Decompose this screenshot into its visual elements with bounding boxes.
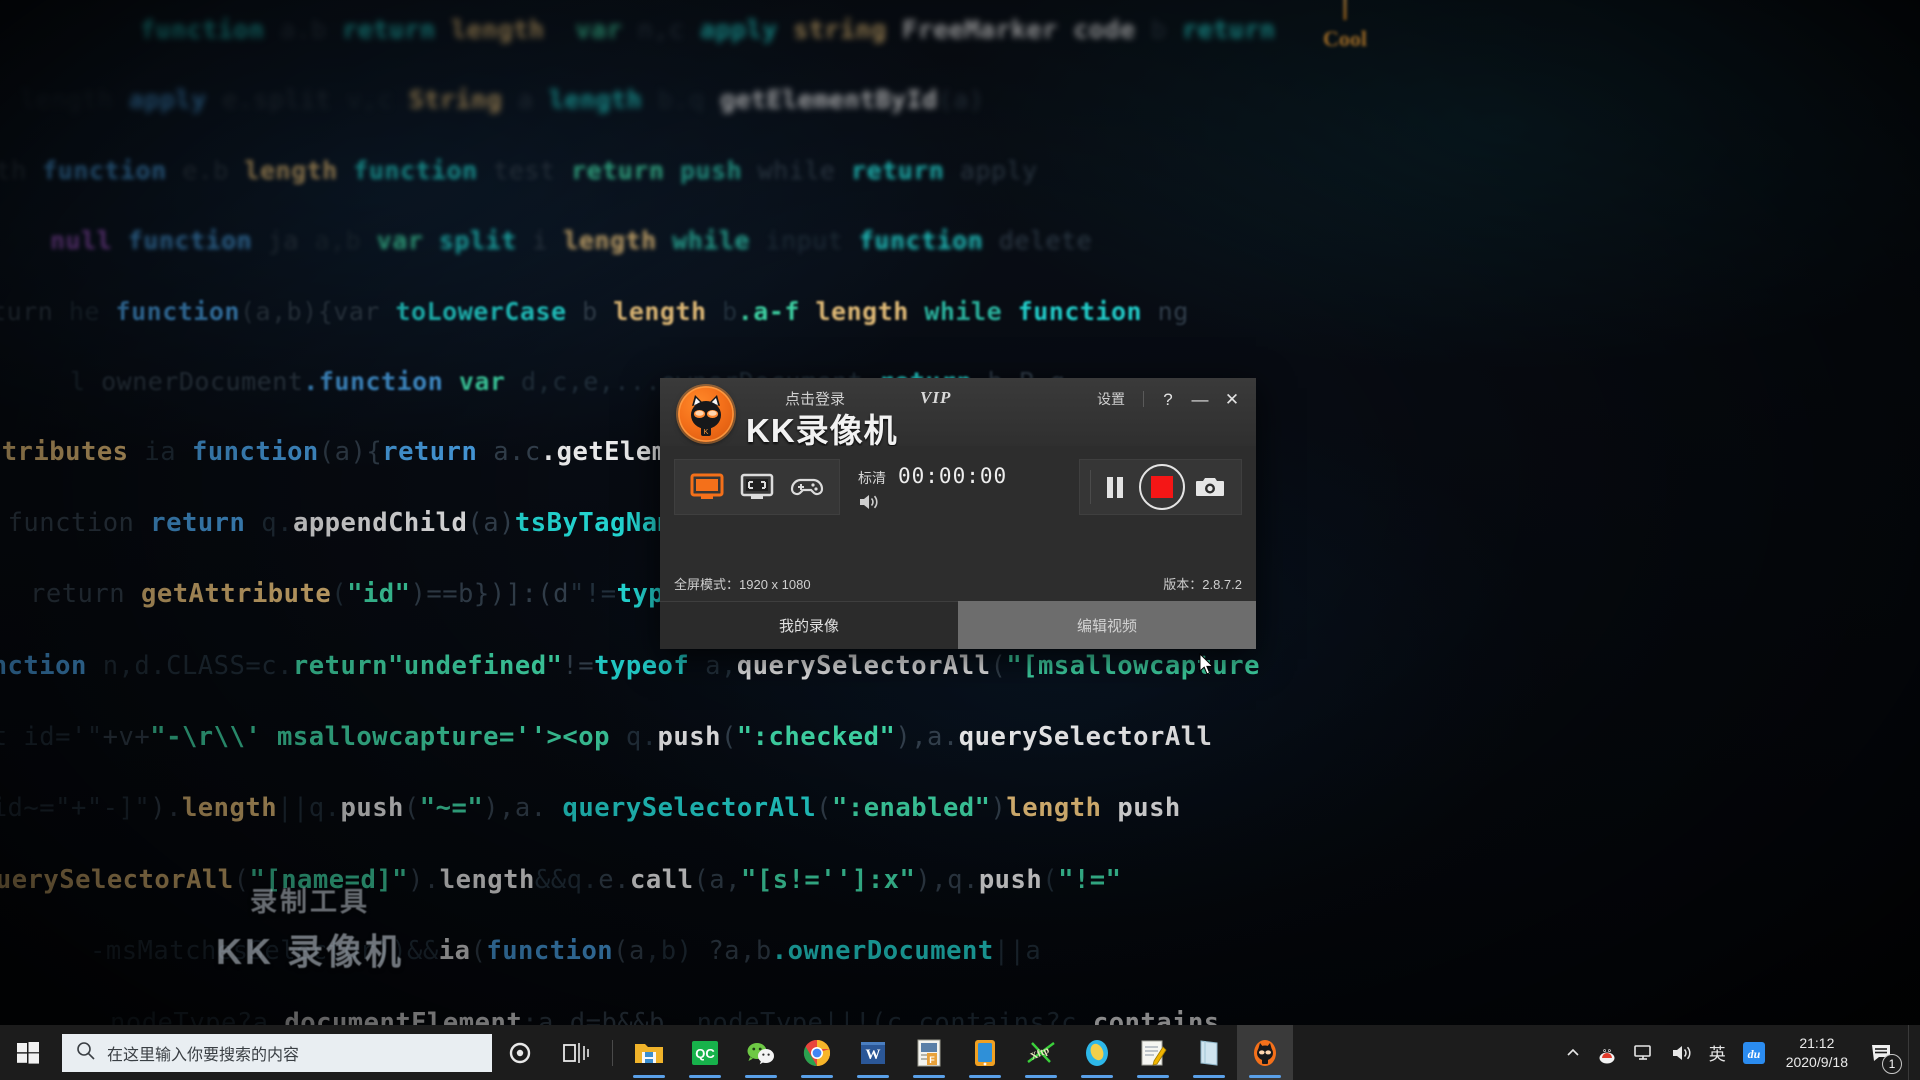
kk-watermark: 录制工具 KK 录像机: [150, 880, 470, 975]
screenshot-button[interactable]: [1189, 465, 1231, 509]
bottom-tabs[interactable]: 我的录像 编辑视频: [660, 601, 1256, 649]
bulb-cord: [1343, 0, 1347, 20]
running-indicator: [969, 1075, 1001, 1078]
region-record-mode-button[interactable]: [735, 467, 779, 507]
svg-text:QC: QC: [695, 1046, 715, 1061]
task-view-icon[interactable]: [548, 1025, 604, 1080]
quality-label[interactable]: 标清: [858, 468, 886, 488]
minimize-button[interactable]: —: [1186, 387, 1214, 411]
svg-text:F: F: [929, 1055, 935, 1065]
tray-qq-icon[interactable]: [1589, 1025, 1625, 1080]
window-title-bar[interactable]: K 点击登录 VIP KK录像机 设置 ? — ✕: [660, 378, 1256, 449]
clock-date: 2020/9/18: [1785, 1053, 1848, 1070]
running-indicator: [745, 1075, 777, 1078]
taskbar-app-word[interactable]: W: [845, 1025, 901, 1080]
window-body: 标清 00:00:00 全屏模式：1920 x 1080 版本：2.8.7.2: [660, 446, 1256, 601]
pause-bar-left: [1107, 476, 1113, 498]
svg-text:W: W: [866, 1047, 881, 1063]
taskbar-app-pdf-reader[interactable]: F: [901, 1025, 957, 1080]
taskbar-app-chrome[interactable]: [789, 1025, 845, 1080]
running-indicator: [1081, 1075, 1113, 1078]
taskbar-app-kk-recorder[interactable]: [1237, 1025, 1293, 1080]
system-tray[interactable]: 英 du 21:12 2020/9/18 1: [1557, 1025, 1920, 1080]
running-indicator: [689, 1075, 721, 1078]
search-placeholder: 在这里输入你要搜索的内容: [107, 1046, 300, 1064]
tab-my-recordings[interactable]: 我的录像: [660, 601, 958, 649]
screen-record-mode-button[interactable]: [685, 467, 729, 507]
pause-button[interactable]: [1095, 465, 1135, 509]
search-icon: [76, 1041, 95, 1065]
running-indicator: [913, 1075, 945, 1078]
clock-time: 21:12: [1799, 1034, 1835, 1051]
start-button[interactable]: [0, 1025, 56, 1080]
show-desktop-button[interactable]: [1908, 1025, 1916, 1080]
game-record-mode-button[interactable]: [785, 467, 829, 507]
recording-timer: 00:00:00: [898, 463, 1008, 488]
stop-square-icon: [1151, 476, 1173, 498]
svg-text:K: K: [704, 429, 709, 436]
taskbar-app-browser-egg[interactable]: [1069, 1025, 1125, 1080]
tab-edit-video[interactable]: 编辑视频: [958, 601, 1256, 649]
search-input[interactable]: 在这里输入你要搜索的内容: [62, 1033, 492, 1072]
cortana-icon[interactable]: [492, 1025, 548, 1080]
svg-text:du: du: [1747, 1047, 1760, 1061]
settings-button[interactable]: 设置: [1089, 386, 1133, 412]
watermark-line2: KK 录像机: [216, 931, 404, 972]
quality-timer-row: 标清 00:00:00: [858, 464, 1007, 488]
version-status: 版本：2.8.7.2: [1163, 577, 1242, 592]
control-row: 标清 00:00:00: [674, 456, 1242, 518]
taskbar-app-file-explorer[interactable]: [621, 1025, 677, 1080]
tray-ime-indicator[interactable]: 英: [1701, 1025, 1734, 1080]
pause-bar-right: [1117, 476, 1123, 498]
cool-lightbulb-decoration: Cool: [1310, 0, 1380, 70]
quality-and-timer-block: 标清 00:00:00: [858, 459, 1007, 515]
taskbar-app-wechat[interactable]: [733, 1025, 789, 1080]
kk-logo-icon: K: [678, 386, 734, 442]
taskbar-app-notepad-edit[interactable]: [1125, 1025, 1181, 1080]
stop-record-button[interactable]: [1139, 464, 1185, 510]
record-mode-group[interactable]: [674, 459, 840, 515]
taskbar-divider: [612, 1039, 613, 1066]
tray-expand-icon[interactable]: [1557, 1025, 1589, 1080]
ime-label: 英: [1708, 1045, 1726, 1064]
running-indicator: [857, 1075, 889, 1078]
tray-volume-icon[interactable]: [1663, 1025, 1701, 1080]
windows-taskbar[interactable]: 在这里输入你要搜索的内容 QC W F Xftp 英 du 21:12 2020…: [0, 1025, 1920, 1080]
running-indicator: [1193, 1075, 1225, 1078]
app-title: KK录像机: [746, 412, 898, 449]
kk-recorder-window[interactable]: K 点击登录 VIP KK录像机 设置 ? — ✕ 标清 00:00:00 全屏…: [660, 378, 1256, 649]
running-indicator: [1025, 1075, 1057, 1078]
tray-baidu-icon[interactable]: du: [1734, 1025, 1774, 1080]
running-indicator: [801, 1075, 833, 1078]
control-divider: [1143, 391, 1144, 407]
recording-controls-group[interactable]: [1079, 459, 1242, 515]
vip-link[interactable]: VIP: [920, 388, 951, 408]
close-button[interactable]: ✕: [1218, 387, 1246, 411]
taskbar-app-phone-manager[interactable]: [957, 1025, 1013, 1080]
tray-network-icon[interactable]: [1625, 1025, 1663, 1080]
taskbar-app-xftp[interactable]: Xftp: [1013, 1025, 1069, 1080]
cool-text: Cool: [1323, 26, 1367, 51]
taskbar-app-qc[interactable]: QC: [677, 1025, 733, 1080]
window-controls[interactable]: 设置 ? — ✕: [1089, 386, 1246, 412]
running-indicator: [633, 1075, 665, 1078]
help-button[interactable]: ?: [1154, 387, 1182, 411]
fullscreen-mode-status: 全屏模式：1920 x 1080: [674, 577, 811, 592]
notification-badge: 1: [1882, 1054, 1902, 1074]
taskbar-app-onenote[interactable]: [1181, 1025, 1237, 1080]
running-indicator: [1249, 1075, 1281, 1078]
running-indicator: [1137, 1075, 1169, 1078]
taskbar-clock[interactable]: 21:12 2020/9/18: [1774, 1025, 1860, 1080]
watermark-line1: 录制工具: [250, 887, 370, 917]
notification-center-button[interactable]: 1: [1860, 1025, 1908, 1080]
controls-divider: [1090, 470, 1091, 504]
speaker-icon[interactable]: [858, 493, 880, 511]
status-bar: 全屏模式：1920 x 1080 版本：2.8.7.2: [674, 574, 1242, 593]
